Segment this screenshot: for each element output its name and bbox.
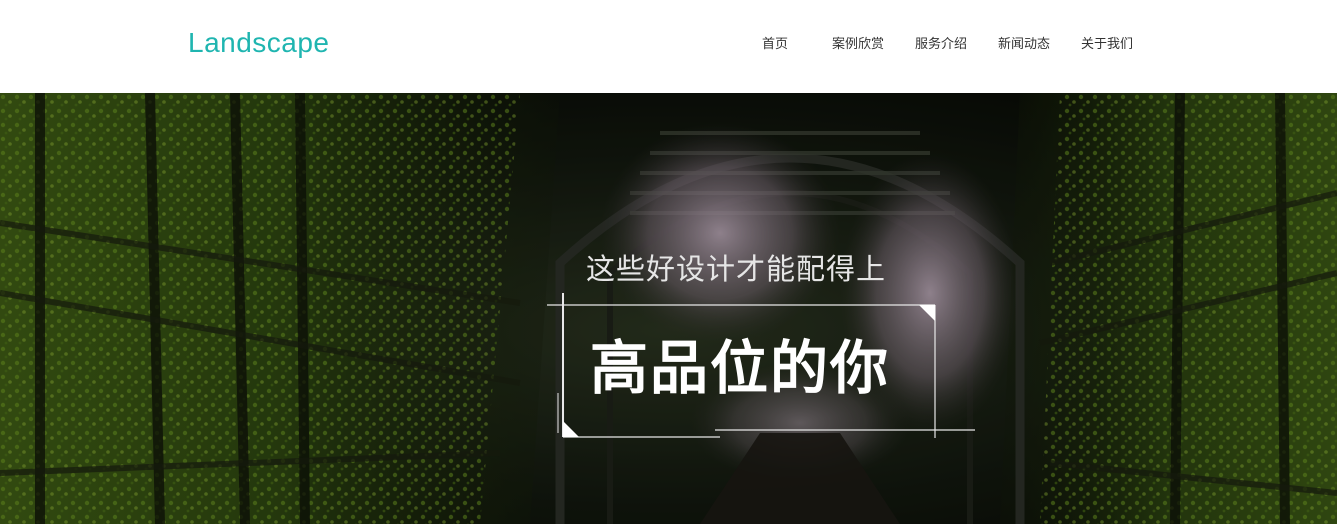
site-header: Landscape 首页 案例欣赏 服务介绍 新闻动态 关于我们 bbox=[0, 0, 1337, 93]
nav-item-about[interactable]: 关于我们 bbox=[1081, 36, 1133, 54]
hero-title: 高品位的你 bbox=[590, 334, 891, 402]
nav-item-news[interactable]: 新闻动态 bbox=[998, 36, 1050, 54]
nav-item-services[interactable]: 服务介绍 bbox=[915, 36, 967, 54]
hero-text-layer: 这些好设计才能配得上 高品位的你 bbox=[0, 93, 1337, 524]
site-logo[interactable]: Landscape bbox=[188, 26, 330, 60]
nav-item-cases[interactable]: 案例欣赏 bbox=[832, 36, 884, 54]
hero-banner: 这些好设计才能配得上 高品位的你 bbox=[0, 93, 1337, 524]
hero-subtitle: 这些好设计才能配得上 bbox=[586, 252, 887, 286]
nav-item-home[interactable]: 首页 bbox=[762, 36, 788, 54]
